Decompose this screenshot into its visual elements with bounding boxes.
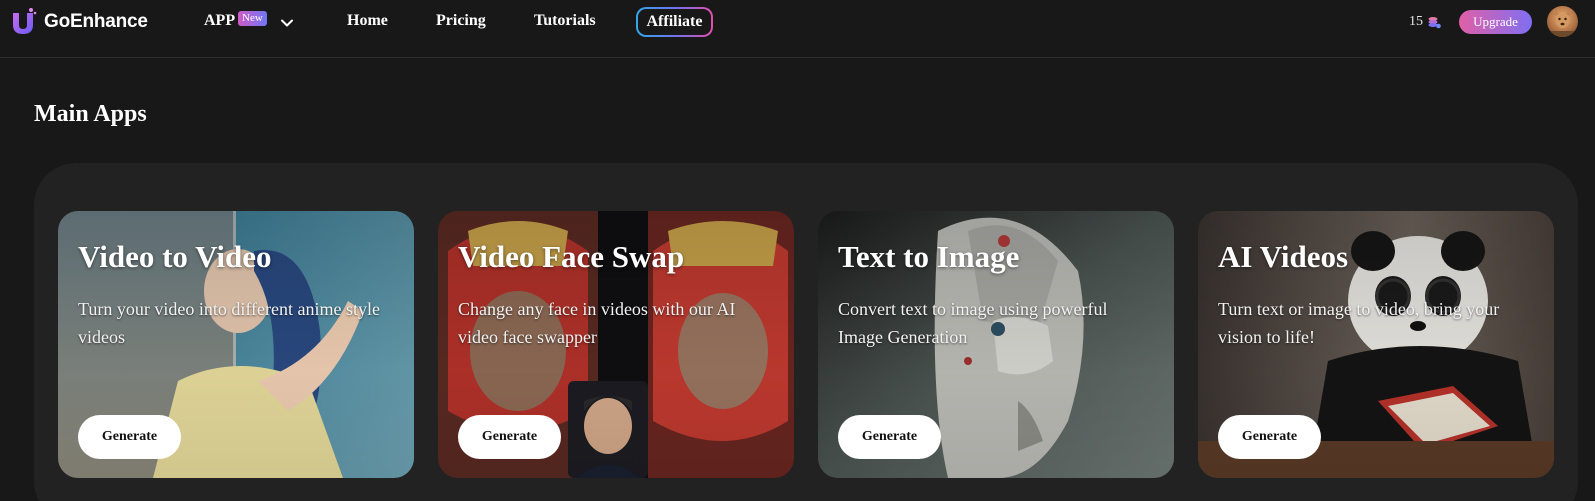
- nav-pricing[interactable]: Pricing: [436, 12, 486, 30]
- nav-tutorials[interactable]: Tutorials: [534, 12, 596, 30]
- brand-logo[interactable]: GoEnhance: [9, 6, 148, 38]
- upgrade-button[interactable]: Upgrade: [1459, 10, 1532, 34]
- chevron-down-icon: [281, 19, 293, 27]
- card-text-to-image[interactable]: Text to Image Convert text to image usin…: [818, 211, 1174, 478]
- avatar-image: [1547, 9, 1578, 37]
- credits-balance[interactable]: 15: [1409, 14, 1441, 30]
- app-menu-label: APP: [204, 12, 236, 29]
- nav-home[interactable]: Home: [347, 12, 388, 30]
- affiliate-label: Affiliate: [638, 9, 711, 35]
- generate-button[interactable]: Generate: [838, 415, 941, 459]
- card-title: Text to Image: [838, 239, 1020, 274]
- avatar[interactable]: [1547, 6, 1578, 37]
- affiliate-button[interactable]: Affiliate: [636, 7, 713, 37]
- card-description: Change any face in videos with our AI vi…: [458, 299, 736, 347]
- card-description: Turn your video into different anime sty…: [78, 299, 380, 347]
- card-video-face-swap[interactable]: Video Face Swap Change any face in video…: [438, 211, 794, 478]
- credits-count: 15: [1409, 14, 1423, 29]
- brand-name: GoEnhance: [44, 11, 148, 32]
- card-description: Turn text or image to video, bring your …: [1218, 299, 1500, 347]
- card-title: AI Videos: [1218, 239, 1349, 274]
- generate-button[interactable]: Generate: [458, 415, 561, 459]
- card-ai-videos[interactable]: AI Videos Turn text or image to video, b…: [1198, 211, 1554, 478]
- card-title: Video Face Swap: [458, 239, 685, 274]
- card-title: Video to Video: [78, 239, 272, 274]
- card-video-to-video[interactable]: Video to Video Turn your video into diff…: [58, 211, 414, 478]
- coin-stack-icon: [1428, 17, 1441, 29]
- section-title: Main Apps: [34, 101, 147, 127]
- card-description: Convert text to image using powerful Ima…: [838, 299, 1108, 347]
- generate-button[interactable]: Generate: [1218, 415, 1321, 459]
- top-nav: GoEnhance APP New Home Pricing Tutorials…: [0, 0, 1595, 58]
- logo-icon: [13, 8, 37, 34]
- generate-button[interactable]: Generate: [78, 415, 181, 459]
- new-badge: New: [238, 11, 267, 26]
